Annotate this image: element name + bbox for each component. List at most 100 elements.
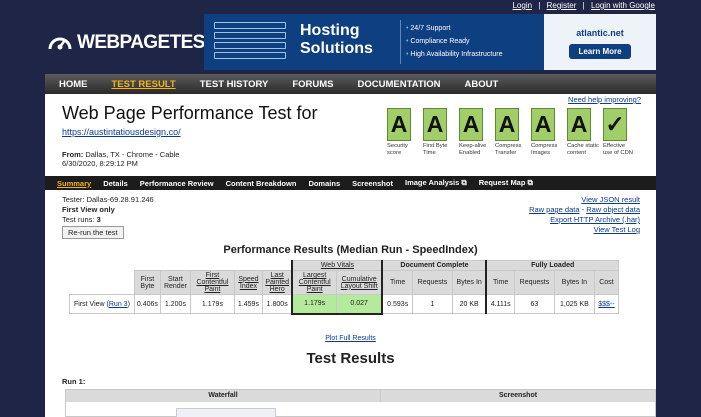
tab-details[interactable]: Details [103,179,128,188]
grade-compress-images[interactable]: A Compress Images [531,108,557,157]
view-json-link[interactable]: View JSON result [581,195,640,204]
ad-title-line: Solutions [300,40,373,57]
value-full-time: 4.111s [485,294,515,314]
run-label: Run 1: [62,377,86,386]
header-cls[interactable]: Cumulative Layout Shift [335,270,384,295]
nav-forums[interactable]: FORUMS [292,79,333,90]
row-label-close: ) [127,300,130,308]
raw-object-data-link[interactable]: Raw object data [586,205,640,214]
tab-request-map[interactable]: Request Map ⧉ [479,178,533,188]
hosting-ad-banner[interactable]: Hosting Solutions 24/7 Support Complianc… [204,14,656,70]
blank-cell [69,260,293,271]
header-screenshot: Screenshot [498,392,538,399]
grade-box: A [459,108,483,141]
nav-test-history[interactable]: TEST HISTORY [200,79,269,90]
value-cost[interactable]: $$$-- [593,294,619,314]
test-info: Tester: Dallas-69.28.91.246 First View o… [62,195,154,225]
view-label: First View only [62,205,115,214]
register-link[interactable]: Register [547,1,577,10]
ad-brand: atlantic.net [576,28,624,38]
value-doc-requests: 1 [411,294,453,314]
run-3-link[interactable]: Run 3 [109,301,128,308]
help-improving-link[interactable]: Need help improving? [568,95,641,104]
grade-box: A [567,108,591,141]
grade-box: ✓ [603,108,627,141]
header-start-render: Start Render [159,270,191,295]
grade-box: A [495,108,519,141]
ad-brand-panel: atlantic.net Learn More [544,14,656,70]
value-lcp: 1.179s [291,294,337,315]
header-full-requests: Requests [513,270,555,295]
value-cls: 0.027 [335,294,384,315]
from-label: From: [62,150,84,159]
tab-performance-review[interactable]: Performance Review [140,179,214,188]
tab-image-analysis[interactable]: Image Analysis ⧉ [405,178,467,188]
grade-label: Security score [387,143,408,156]
nav-test-result[interactable]: TEST RESULT [112,79,176,90]
value-first-byte: 0.406s [133,294,161,314]
test-results-title: Test Results [306,350,395,367]
value-full-requests: 63 [513,294,555,314]
header-lcp[interactable]: Largest Contentful Paint [291,270,337,295]
logo-text: WEBPAGETEST [77,32,216,53]
grade-label: Compress Transfer [495,143,522,156]
grade-label: Cache static content [567,143,599,156]
value-last-painted-hero: 1.800s [261,294,293,314]
export-har-link[interactable]: Export HTTP Archive (.har) [550,215,640,224]
performance-table: Web Vitals Document Complete Fully Loade… [69,260,619,315]
ad-divider [400,20,401,64]
tab-content-breakdown[interactable]: Content Breakdown [226,179,297,188]
server-rack-icon [214,22,286,66]
runs-value: 3 [96,215,101,224]
run-results-table: Waterfall Screenshot [65,389,656,417]
ad-title-line: Hosting [300,22,360,39]
tab-summary[interactable]: Summary [57,179,91,188]
result-links: View JSON result Raw page data - Raw obj… [529,195,640,235]
value-full-bytes: 1,025 KB [553,294,595,314]
header-first-byte: First Byte [133,270,161,295]
header-speed-index[interactable]: Speed Index [233,270,263,295]
main-panel: Need help improving? Web Page Performanc… [45,94,656,417]
grade-summary: A Security score A First Byte Time A Kee… [387,108,639,157]
webpagetest-logo[interactable]: WEBPAGETEST [47,30,216,56]
header-doc-time: Time [381,270,413,295]
header-doc-bytes: Bytes In [451,270,487,295]
grade-compress-transfer[interactable]: A Compress Transfer [495,108,521,157]
runs-text: Test runs: [62,215,95,224]
header-full-time: Time [485,270,515,295]
grade-label: Compress Images [531,143,558,156]
grade-label: Effective use of CDN [603,143,633,156]
group-document-complete: Document Complete [381,260,487,271]
separator: | [582,1,585,10]
grade-keep-alive[interactable]: A Keep-alive Enabled [459,108,486,157]
grade-label: Keep-alive Enabled [459,143,487,156]
login-link[interactable]: Login [512,1,532,10]
group-web-vitals[interactable]: Web Vitals [291,260,384,271]
runs-label: Test runs: 3 [62,215,154,225]
view-test-log-link[interactable]: View Test Log [594,225,640,234]
nav-about[interactable]: ABOUT [465,79,499,90]
grade-box: A [423,108,447,141]
raw-page-data-link[interactable]: Raw page data [529,205,579,214]
tab-screenshot[interactable]: Screenshot [352,179,393,188]
grade-security[interactable]: A Security score [387,108,411,157]
page-title: Web Page Performance Test for [62,103,318,123]
learn-more-button[interactable]: Learn More [569,44,631,59]
tab-domains[interactable]: Domains [308,179,340,188]
tested-url-link[interactable]: https://austintatiousdesign.co/ [62,127,181,137]
rerun-button[interactable]: Re-run the test [62,226,124,239]
header-full-bytes: Bytes In [553,270,595,295]
waterfall-thumbnail[interactable] [176,408,276,417]
nav-documentation[interactable]: DOCUMENTATION [358,79,441,90]
nav-home[interactable]: HOME [59,79,88,90]
main-nav: HOME TEST RESULT TEST HISTORY FORUMS DOC… [45,74,656,94]
login-google-link[interactable]: Login with Google [591,1,655,10]
header-fcp[interactable]: First Contentful Paint [189,270,235,295]
separator: | [538,1,541,10]
header-last-painted-hero[interactable]: Last Painted Hero [261,270,293,295]
header-doc-requests: Requests [411,270,453,295]
grade-cdn[interactable]: ✓ Effective use of CDN [603,108,633,157]
grade-cache-static[interactable]: A Cache static content [567,108,599,157]
plot-full-results-link[interactable]: Plot Full Results [45,335,656,342]
grade-first-byte[interactable]: A First Byte Time [423,108,447,157]
